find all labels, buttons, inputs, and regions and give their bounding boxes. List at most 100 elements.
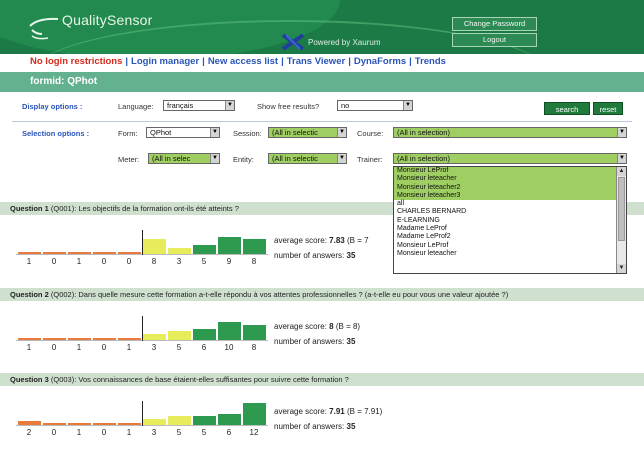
histogram-bar bbox=[243, 403, 266, 425]
histogram-bar bbox=[218, 237, 241, 254]
question-number: Question 1 bbox=[10, 204, 49, 213]
histogram-bar bbox=[143, 419, 166, 425]
form-select[interactable]: QPhot ▼ bbox=[146, 127, 220, 138]
histogram-bar bbox=[43, 423, 66, 425]
answer-count-label: 1 bbox=[76, 257, 82, 266]
session-select-value: (All in selectic bbox=[272, 128, 318, 137]
histogram-bar bbox=[18, 338, 41, 340]
nav-no-login-restrictions[interactable]: No login restrictions bbox=[30, 56, 122, 67]
trainer-option[interactable]: Monsieur leteacher bbox=[394, 175, 616, 184]
nav-trans-viewer[interactable]: Trans Viewer bbox=[287, 56, 345, 67]
number-of-answers: number of answers: 35 bbox=[274, 337, 355, 346]
xaurum-logo-icon bbox=[282, 34, 304, 50]
trainer-select[interactable]: (All in selection) ▼ bbox=[393, 153, 627, 164]
trainer-option[interactable]: CHARLES BERNARD bbox=[394, 208, 616, 216]
histogram-bar bbox=[143, 334, 166, 340]
answer-count-label: 0 bbox=[51, 343, 57, 352]
scroll-up-icon[interactable]: ▲ bbox=[617, 167, 626, 176]
app-header: QualitySensor Powered by Xaurum Change P… bbox=[0, 0, 644, 54]
form-title-bar: formid: QPhot bbox=[0, 72, 644, 92]
answer-count-label: 6 bbox=[226, 428, 232, 437]
dropdown-scrollbar[interactable]: ▲ ▼ bbox=[616, 167, 626, 273]
question-text: (Q001): Les objectifs de la formation on… bbox=[50, 204, 239, 213]
question-result: 2 0 1 0 1 3 5 5 6 12 average score: 7.91 (B = 7.91… bbox=[0, 387, 644, 465]
language-label: Language: bbox=[118, 102, 154, 111]
nav-dynaforms[interactable]: DynaForms bbox=[354, 56, 406, 67]
search-button[interactable]: search bbox=[544, 102, 590, 115]
answer-count-label: 1 bbox=[26, 343, 32, 352]
qualitysensor-logo-icon bbox=[29, 17, 59, 40]
divider bbox=[12, 121, 632, 122]
histogram-bar bbox=[143, 239, 166, 254]
change-password-button[interactable]: Change Password bbox=[452, 17, 537, 31]
answers-label: number of answers: bbox=[274, 337, 345, 346]
trainer-option[interactable]: Monsieur LeProf bbox=[394, 167, 616, 176]
logout-button[interactable]: Logout bbox=[452, 33, 537, 47]
trainer-option[interactable]: all bbox=[394, 200, 616, 208]
entity-select-value: (All in selectic bbox=[272, 154, 318, 163]
histogram-bar bbox=[168, 331, 191, 340]
session-select[interactable]: (All in selectic ▼ bbox=[268, 127, 347, 138]
trainer-option[interactable]: Madame LeProf bbox=[394, 225, 616, 233]
trainer-option[interactable]: Monsieur leteacher2 bbox=[394, 183, 616, 192]
reset-button[interactable]: reset bbox=[593, 102, 623, 115]
question-result: 1 0 1 0 1 3 5 6 10 8 average score: 8 (B = 8) numbe… bbox=[0, 302, 644, 380]
histogram-bar bbox=[68, 252, 91, 254]
chevron-down-icon: ▼ bbox=[210, 128, 219, 137]
histogram-bar bbox=[168, 248, 191, 254]
trainer-option[interactable]: Monsieur leteacher3 bbox=[394, 191, 616, 201]
nav-separator: | bbox=[125, 56, 129, 67]
answers-label: number of answers: bbox=[274, 251, 345, 260]
average-score: average score: 7.91 (B = 7.91) bbox=[274, 407, 382, 416]
trainer-option[interactable]: Madame LeProf2 bbox=[394, 233, 616, 241]
answer-count-label: 6 bbox=[201, 343, 207, 352]
course-select[interactable]: (All in selection) ▼ bbox=[393, 127, 627, 138]
nav-login-manager[interactable]: Login manager bbox=[131, 56, 199, 67]
average-score-label: average score: bbox=[274, 322, 327, 331]
trainer-option[interactable]: E-LEARNING bbox=[394, 217, 616, 225]
course-label: Course: bbox=[357, 129, 384, 138]
histogram-bar bbox=[193, 245, 216, 254]
nav-trends[interactable]: Trends bbox=[415, 56, 446, 67]
question-number: Question 2 bbox=[10, 290, 49, 299]
score-histogram: 1 0 1 0 0 8 3 5 9 8 bbox=[16, 230, 268, 266]
meter-select-value: (All in selec bbox=[152, 154, 191, 163]
display-options-label: Display options : bbox=[22, 102, 83, 111]
histogram-bar bbox=[118, 252, 141, 254]
histogram-bar bbox=[218, 322, 241, 340]
histogram-bar bbox=[193, 329, 216, 340]
form-select-value: QPhot bbox=[150, 128, 172, 137]
trainer-option[interactable]: Monsieur leteacher bbox=[394, 250, 616, 258]
language-select[interactable]: français ▼ bbox=[163, 100, 235, 111]
answer-count-label: 9 bbox=[226, 257, 232, 266]
trainer-select-value: (All in selection) bbox=[397, 154, 450, 163]
histogram-bar bbox=[243, 325, 266, 340]
answers-value: 35 bbox=[346, 251, 356, 260]
nav-new-access-list[interactable]: New access list bbox=[208, 56, 278, 67]
free-results-label: Show free results? bbox=[257, 102, 320, 111]
answer-count-label: 8 bbox=[251, 257, 257, 266]
histogram-bar bbox=[243, 239, 266, 254]
histogram-bar bbox=[118, 423, 141, 425]
answer-count-label: 2 bbox=[26, 428, 32, 437]
histogram-bar bbox=[93, 423, 116, 425]
entity-select[interactable]: (All in selectic ▼ bbox=[268, 153, 347, 164]
chevron-down-icon: ▼ bbox=[617, 154, 626, 163]
main-nav: No login restrictions | Login manager | New … bbox=[0, 54, 644, 70]
trainer-dropdown-list[interactable]: Monsieur LeProf Monsieur leteacher Monsi… bbox=[393, 166, 627, 274]
free-results-select[interactable]: no ▼ bbox=[337, 100, 413, 111]
average-score: average score: 7.83 (B = 7 bbox=[274, 236, 369, 245]
scroll-down-icon[interactable]: ▼ bbox=[617, 264, 626, 273]
score-histogram: 2 0 1 0 1 3 5 5 6 12 bbox=[16, 401, 268, 437]
answer-count-label: 1 bbox=[76, 428, 82, 437]
trainer-option[interactable]: Monsieur LeProf bbox=[394, 242, 616, 250]
scrollbar-thumb[interactable] bbox=[618, 177, 625, 241]
language-select-value: français bbox=[167, 101, 194, 110]
answer-count-label: 0 bbox=[101, 343, 107, 352]
pass-threshold-line bbox=[142, 401, 143, 426]
answer-count-label: 1 bbox=[26, 257, 32, 266]
histogram-bar bbox=[68, 338, 91, 340]
answer-count-label: 0 bbox=[101, 428, 107, 437]
answer-count-label: 3 bbox=[151, 343, 157, 352]
meter-select[interactable]: (All in selec ▼ bbox=[148, 153, 220, 164]
